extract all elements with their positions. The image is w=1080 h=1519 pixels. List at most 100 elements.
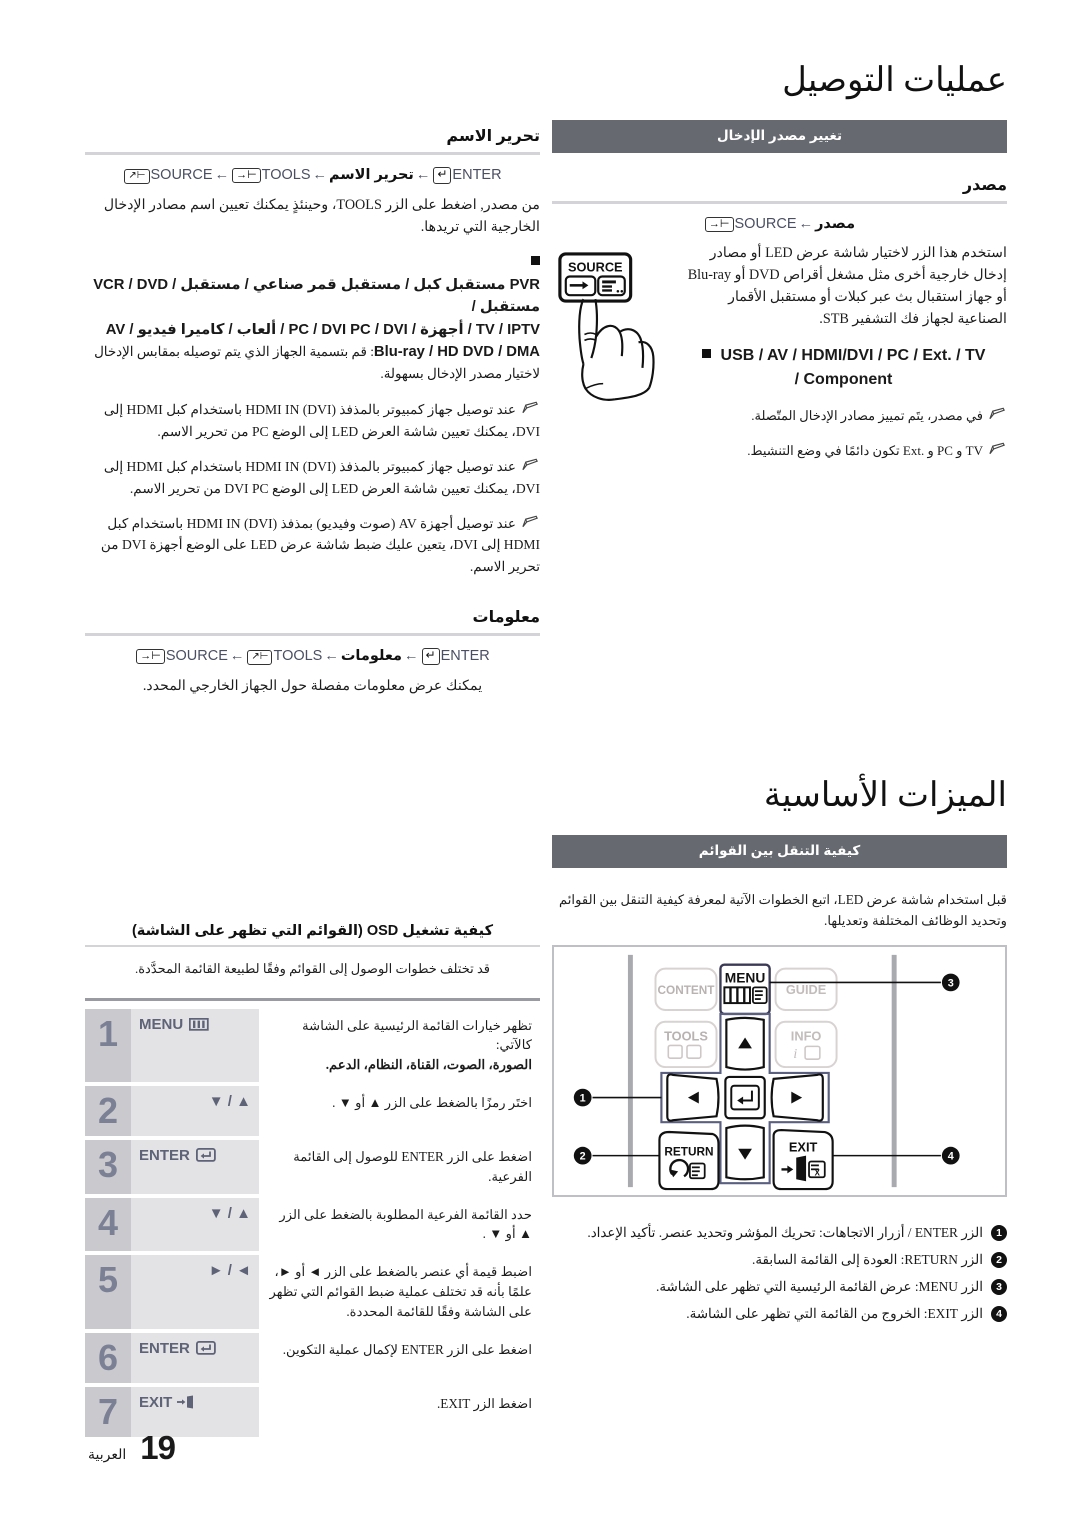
- subhead-source: مصدر: [962, 177, 1007, 194]
- pencil-icon: [521, 514, 540, 528]
- page-title-basic-features: الميزات الأساسية: [763, 777, 1007, 815]
- step-number-5: 5: [85, 1255, 131, 1329]
- legend-text-4: الزر EXIT: الخروج من القائمة التي تظهر ع…: [686, 1306, 983, 1322]
- note-2-text: عند توصيل جهاز كمبيوتر بالمذفذ HDMI IN (…: [103, 459, 540, 496]
- legend-text-2: الزر RETURN: العودة إلى القائمة السابقة.: [752, 1252, 983, 1268]
- remote-exit-label: EXIT: [789, 1140, 818, 1155]
- remote-menu-label: MENU: [725, 970, 766, 985]
- tools-key-icon: →⊢: [232, 168, 261, 183]
- subhead-osd: كيفية تشغيل OSD (القوائم التي تظهر على ا…: [131, 923, 494, 940]
- source-note-1-text: في مصدر، يتَم تمييز مصادر الإدخال المتّص…: [751, 408, 983, 423]
- device-list-line3: Blu-ray / HD DVD / DMA: [373, 343, 540, 360]
- remote-tools-label: TOOLS: [664, 1028, 708, 1043]
- page-footer: 19 العربية: [88, 1429, 176, 1467]
- edit-name-device-list: VCR / DVD / مستقبل كبل / مستقبل قمر صناع…: [85, 252, 540, 385]
- step-number-1: 1: [85, 1008, 131, 1082]
- step-button-3[interactable]: ENTER: [131, 1139, 259, 1194]
- step-button-label: EXIT: [139, 1393, 173, 1411]
- source-hand-figure: SOURCE: [558, 252, 655, 401]
- navpath-source-target: مصدر: [815, 216, 856, 232]
- enter-key-icon: [433, 167, 452, 184]
- step-description-4: حدد القائمة الفرعية المطلوبة بالضغط على …: [259, 1197, 540, 1252]
- legend-bullet-3: 3: [991, 1279, 1007, 1296]
- osd-steps-table: تظهر خيارات القائمة الرئيسية على الشاشة …: [85, 1005, 540, 1441]
- device-list-line1: VCR / DVD / مستقبل كبل / مستقبل قمر صناع…: [93, 277, 540, 316]
- right-column: عمليات التوصيل تغيير مصدر الإدخال مصدر →…: [552, 60, 1007, 1331]
- pencil-icon: [521, 400, 540, 414]
- page-number: 19: [140, 1429, 176, 1466]
- step-desc-bold: الصورة، الصوت، القناة، النظام، الدعم.: [325, 1057, 532, 1073]
- step-desc-text: تظهر خيارات القائمة الرئيسية على الشاشة …: [302, 1017, 532, 1053]
- remote-guide-label: GUIDE: [786, 982, 827, 997]
- device-list-line2: AV / ألعاب / كاميرا فيديو / PC / DVI PC …: [105, 321, 540, 338]
- step-button-2[interactable]: ▼ / ▲: [131, 1085, 259, 1136]
- legend-item: 3 الزر MENU: عرض القائمة الرئيسية التي ت…: [552, 1277, 1007, 1297]
- enter-icon: [195, 1148, 216, 1163]
- source-text: استخدم هذا الزر لاختيار شاشة عرض LED أو …: [680, 242, 1007, 475]
- source-device-list-line2: / Component: [794, 371, 893, 388]
- legend-bullet-1: 1: [991, 1224, 1007, 1241]
- navpath-enter-label: ENTER: [452, 167, 502, 183]
- step-number-2: 2: [85, 1085, 131, 1136]
- osd-subtitle: قد تختلف خطوات الوصول إلى القوائم وفقًا …: [135, 961, 490, 977]
- step-description-6: اضغط على الزر ENTER لإكمال عملية التكوين…: [259, 1332, 540, 1383]
- navpath-information: →⊢SOURCE←↗⊢TOOLS←معلومات←ENTER: [85, 648, 540, 666]
- note-1-text: عند توصيل جهاز كمبيوتر بالمذفذ HDMI IN (…: [103, 402, 540, 439]
- source-note-2: TV و PC و .Ext تكون دائمًا في وضع التنشي…: [680, 441, 1007, 462]
- subhead-information: معلومات: [472, 609, 541, 627]
- remote-svg: CONTENT TOOLS GUIDE INFO i MENU RETURN E…: [573, 954, 960, 1191]
- pencil-icon: [988, 407, 1007, 421]
- manual-page: عمليات التوصيل تغيير مصدر الإدخال مصدر →…: [0, 0, 1080, 1519]
- note-3-text: عند توصيل أجهزة AV (صوت وفيديو) بمذفذ HD…: [100, 516, 540, 574]
- step-button-1[interactable]: MENU: [131, 1008, 259, 1082]
- source-button-illustration: SOURCE: [552, 242, 670, 425]
- features-intro: قبل استخدام شاشة عرض LED، اتبع الخطوات ا…: [558, 892, 1007, 928]
- navpath-source-label: SOURCE: [150, 167, 213, 183]
- legend-text-1: الزر ENTER / أزرار الاتجاهات: تحريك المؤ…: [587, 1224, 983, 1240]
- navpath-arrow-icon: ←: [324, 648, 339, 665]
- subhead-rule: [552, 201, 1007, 204]
- svg-text:SOURCE: SOURCE: [568, 260, 623, 275]
- tools-key-icon: ↗⊢: [247, 650, 273, 666]
- source-device-list: USB / AV / HDMI/DVI / PC / Ext. / TV / C…: [680, 344, 1007, 392]
- page-title-connections: عمليات التوصيل: [782, 62, 1007, 99]
- edit-name-note-1: عند توصيل جهاز كمبيوتر بالمذفذ HDMI IN (…: [85, 399, 540, 442]
- menu-icon: [189, 1017, 209, 1031]
- step-button-4[interactable]: ▼ / ▲: [131, 1197, 259, 1252]
- navpath-source: →⊢ SOURCE ← مصدر: [552, 216, 1007, 232]
- pencil-icon: [521, 457, 540, 471]
- table-row: اختَر رمزًا بالضغط على الزر ▲ أو ▼ . ▼ /…: [85, 1085, 540, 1136]
- navpath-arrow-icon: ←: [798, 216, 814, 232]
- table-row: اضغط على الزر ENTER للوصول إلى القائمة ا…: [85, 1139, 540, 1194]
- navpath-enter-label: ENTER: [440, 648, 490, 665]
- svg-text:i: i: [793, 1046, 797, 1061]
- step-button-6[interactable]: ENTER: [131, 1332, 259, 1383]
- enter-icon: [195, 1341, 216, 1355]
- step-button-5[interactable]: ► / ◄: [131, 1255, 259, 1329]
- step-number-3: 3: [85, 1139, 131, 1194]
- edit-name-note-3: عند توصيل أجهزة AV (صوت وفيديو) بمذفذ HD…: [85, 513, 540, 577]
- navpath-tools-label: TOOLS: [273, 648, 323, 665]
- source-key-icon: →⊢: [136, 649, 165, 665]
- banner-menu-navigation: كيفية التنقل بين القوائم: [552, 835, 1007, 869]
- step-description-3: اضغط على الزر ENTER للوصول إلى القائمة ا…: [259, 1139, 540, 1194]
- step-button-label: MENU: [139, 1015, 184, 1033]
- information-intro: يمكنك عرض معلومات مفصلة حول الجهاز الخار…: [142, 678, 483, 695]
- navpath-edit-name: ↗⊢SOURCE←→⊢TOOLS←تحرير الاسم←ENTER: [85, 167, 540, 184]
- remote-control-diagram: CONTENT TOOLS GUIDE INFO i MENU RETURN E…: [552, 944, 1007, 1197]
- remote-return-label: RETURN: [664, 1145, 713, 1159]
- source-key-icon: →⊢: [704, 217, 734, 232]
- navpath-arrow-icon: ←: [404, 648, 419, 665]
- enter-key-icon: [421, 648, 440, 666]
- left-column: تحرير الاسم ↗⊢ SOURCE ← →⊢ TOOLS ← تحرير الاسم…: [85, 60, 540, 1441]
- source-note-1: في مصدر، يتَم تمييز مصادر الإدخال المتّص…: [680, 406, 1007, 427]
- bullet-square-icon: [531, 256, 540, 265]
- callout-2: 2: [580, 1151, 586, 1163]
- callout-4: 4: [948, 1151, 954, 1163]
- navpath-arrow-icon: ←: [415, 167, 431, 183]
- step-description-2: اختَر رمزًا بالضغط على الزر ▲ أو ▼ .: [259, 1085, 540, 1136]
- source-device-list-line1: USB / AV / HDMI/DVI / PC / Ext. / TV: [720, 347, 986, 364]
- legend-bullet-2: 2: [991, 1252, 1007, 1269]
- subhead-rule: [85, 152, 540, 155]
- legend-item: 4 الزر EXIT: الخروج من القائمة التي تظهر…: [552, 1304, 1007, 1324]
